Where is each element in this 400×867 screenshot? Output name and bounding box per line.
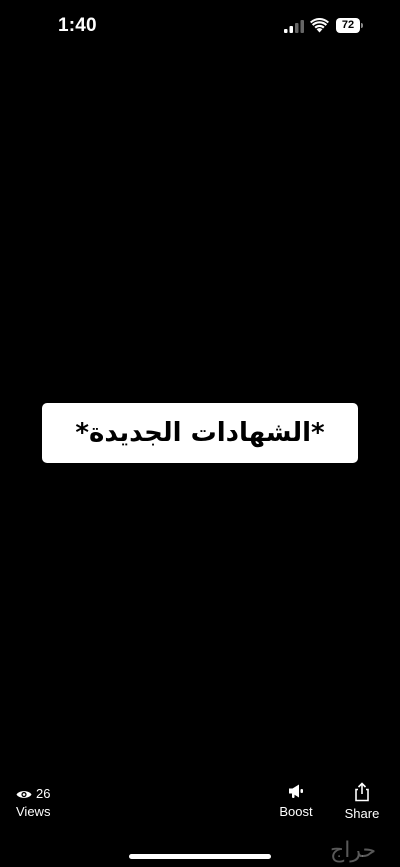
share-label: Share xyxy=(344,806,380,821)
status-bar: 1:40 72 xyxy=(0,0,400,54)
story-viewer: 1:40 72 *الشهادات الجديدة* 26 Views Boos… xyxy=(0,0,400,867)
story-text-label: *الشهادات الجديدة* xyxy=(42,403,358,463)
cellular-signal-icon xyxy=(284,20,304,33)
views-label: Views xyxy=(16,804,51,819)
battery-level: 72 xyxy=(336,18,360,33)
views-counter: 26 Views xyxy=(16,786,76,822)
boost-label: Boost xyxy=(279,804,313,819)
boost-button[interactable]: Boost xyxy=(274,782,318,819)
battery-icon: 72 xyxy=(336,18,364,33)
haraj-watermark: حراج xyxy=(330,838,377,863)
eye-icon xyxy=(16,791,32,798)
status-time: 1:40 xyxy=(58,15,97,36)
share-icon xyxy=(355,782,369,802)
share-button[interactable]: Share xyxy=(340,782,384,821)
megaphone-icon xyxy=(289,784,303,798)
views-count: 26 xyxy=(36,786,51,801)
battery-cap xyxy=(361,23,363,28)
home-indicator[interactable] xyxy=(129,854,271,859)
wifi-icon xyxy=(310,18,329,33)
